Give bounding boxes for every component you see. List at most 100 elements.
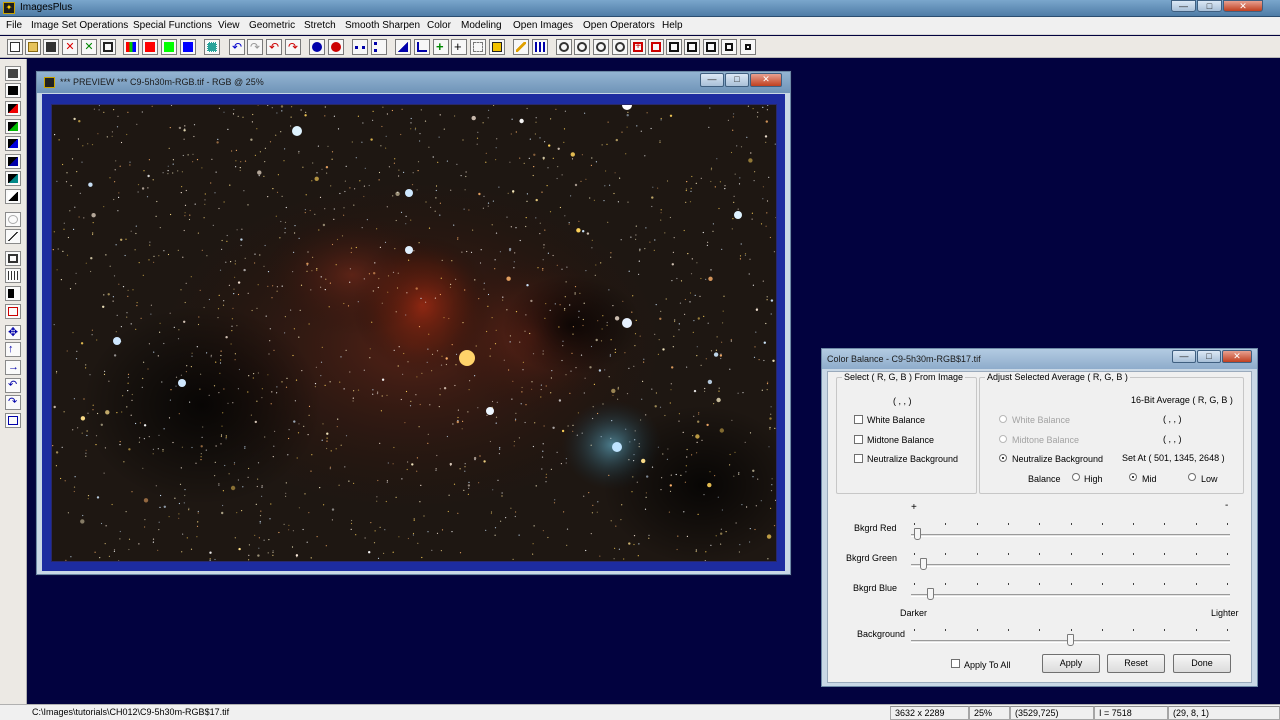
redo-red-icon[interactable]: ↷ (285, 39, 301, 55)
menu-open-operators[interactable]: Open Operators (583, 20, 655, 31)
selection-icon[interactable] (470, 39, 486, 55)
square-5-icon[interactable] (740, 39, 756, 55)
preview-close-button[interactable]: ✕ (750, 73, 782, 87)
menu-file[interactable]: File (6, 20, 22, 31)
menu-geometric[interactable]: Geometric (249, 20, 295, 31)
undo-red-icon[interactable]: ↶ (266, 39, 282, 55)
black-corner-icon[interactable] (5, 189, 21, 204)
dialog-maximize-button[interactable]: □ (1197, 350, 1221, 363)
zoom-in-icon[interactable] (556, 39, 572, 55)
red-black-icon[interactable] (5, 101, 21, 116)
bkgrd-green-slider-thumb[interactable] (920, 558, 928, 570)
preview-minimize-button[interactable]: — (700, 73, 724, 87)
diagonal-icon[interactable] (5, 229, 21, 244)
columns-icon[interactable] (5, 413, 21, 428)
apply-button[interactable]: Apply (1042, 654, 1100, 673)
pencil-icon[interactable] (513, 39, 529, 55)
menu-stretch[interactable]: Stretch (304, 20, 336, 31)
zoom-actual-icon[interactable] (612, 39, 628, 55)
open-folder-icon[interactable] (25, 39, 41, 55)
move-icon[interactable]: ✥ (5, 325, 21, 340)
subtract-frame-icon[interactable] (648, 39, 664, 55)
crosshair-icon[interactable]: + (433, 39, 449, 55)
magnifier-icon[interactable] (5, 304, 21, 319)
app-minimize-button[interactable]: — (1171, 0, 1196, 12)
menu-color[interactable]: Color (427, 20, 451, 31)
menu-help[interactable]: Help (662, 20, 683, 31)
table-icon[interactable] (532, 39, 548, 55)
bkgrd-red-slider-track[interactable] (911, 534, 1230, 537)
blue-black-2-icon[interactable] (5, 154, 21, 169)
bkgrd-blue-slider-track[interactable] (911, 594, 1230, 597)
bkgrd-blue-slider-thumb[interactable] (926, 588, 934, 600)
undo-icon[interactable]: ↶ (229, 39, 245, 55)
close-red-x-icon[interactable]: ✕ (62, 39, 78, 55)
balance-mid-radio[interactable] (1129, 473, 1137, 481)
midtone-balance-checkbox[interactable] (854, 435, 863, 444)
green-black-icon[interactable] (5, 119, 21, 134)
stretch-icon[interactable] (489, 39, 505, 55)
blue-black-icon[interactable] (5, 136, 21, 151)
zoom-fit-icon[interactable] (593, 39, 609, 55)
reset-button[interactable]: Reset (1107, 654, 1165, 673)
add-frame-icon[interactable]: + (630, 39, 646, 55)
grid-icon[interactable] (204, 39, 220, 55)
close-green-x-icon[interactable]: ✕ (81, 39, 97, 55)
up-arrow-icon[interactable]: ↑ (5, 342, 21, 357)
black-white-icon[interactable] (5, 83, 21, 98)
midtone-balance-radio[interactable] (999, 435, 1007, 443)
square-4-icon[interactable] (721, 39, 737, 55)
balance-low-radio[interactable] (1188, 473, 1196, 481)
square-1-icon[interactable] (666, 39, 682, 55)
curves-icon[interactable] (5, 212, 21, 227)
white-balance-radio[interactable] (999, 415, 1007, 423)
rotate-left-icon[interactable]: ↶ (5, 378, 21, 393)
neutralize-background-checkbox[interactable] (854, 454, 863, 463)
dotted-point-icon[interactable] (371, 39, 387, 55)
balance-high-radio[interactable] (1072, 473, 1080, 481)
menu-image-set-operations[interactable]: Image Set Operations (31, 20, 128, 31)
app-maximize-button[interactable]: □ (1197, 0, 1222, 12)
white-balance-checkbox[interactable] (854, 415, 863, 424)
square-2-icon[interactable] (684, 39, 700, 55)
dialog-minimize-button[interactable]: — (1172, 350, 1196, 363)
green-channel-icon[interactable] (161, 39, 177, 55)
menu-open-images[interactable]: Open Images (513, 20, 573, 31)
bars-icon[interactable] (5, 268, 21, 283)
bkgrd-green-slider-track[interactable] (911, 564, 1230, 567)
levels-icon[interactable] (414, 39, 430, 55)
circle-marker-icon[interactable] (309, 39, 325, 55)
preview-maximize-button[interactable]: □ (725, 73, 749, 87)
background-slider-thumb[interactable] (1067, 634, 1074, 646)
teal-black-icon[interactable] (5, 171, 21, 186)
neutralize-background-radio[interactable] (999, 454, 1007, 462)
preview-image-canvas[interactable] (51, 104, 777, 562)
blue-channel-icon[interactable] (180, 39, 196, 55)
red-circle-icon[interactable] (328, 39, 344, 55)
rotate-right-icon[interactable]: ↷ (5, 395, 21, 410)
red-channel-icon[interactable] (142, 39, 158, 55)
square-3-icon[interactable] (703, 39, 719, 55)
app-close-button[interactable]: ✕ (1223, 0, 1263, 12)
save-icon[interactable] (43, 39, 59, 55)
done-button[interactable]: Done (1173, 654, 1231, 673)
dialog-close-button[interactable]: ✕ (1222, 350, 1252, 363)
new-document-icon[interactable] (7, 39, 23, 55)
right-arrow-icon[interactable]: → (5, 360, 21, 375)
copy-window-icon[interactable] (100, 39, 116, 55)
menu-view[interactable]: View (218, 20, 240, 31)
histogram-icon[interactable] (395, 39, 411, 55)
plus-icon[interactable]: + (451, 39, 467, 55)
bkgrd-red-slider-thumb[interactable] (914, 528, 922, 540)
apply-to-all-checkbox[interactable] (951, 659, 960, 668)
rgb-channels-icon[interactable] (123, 39, 139, 55)
menu-smooth-sharpen[interactable]: Smooth Sharpen (345, 20, 420, 31)
redo-icon[interactable]: ↷ (247, 39, 263, 55)
menu-special-functions[interactable]: Special Functions (133, 20, 212, 31)
dotted-line-icon[interactable] (352, 39, 368, 55)
menu-modeling[interactable]: Modeling (461, 20, 502, 31)
save-small-icon[interactable] (5, 66, 21, 81)
frame-icon[interactable] (5, 251, 21, 266)
zoom-out-icon[interactable] (574, 39, 590, 55)
black-bar-icon[interactable] (5, 286, 21, 301)
